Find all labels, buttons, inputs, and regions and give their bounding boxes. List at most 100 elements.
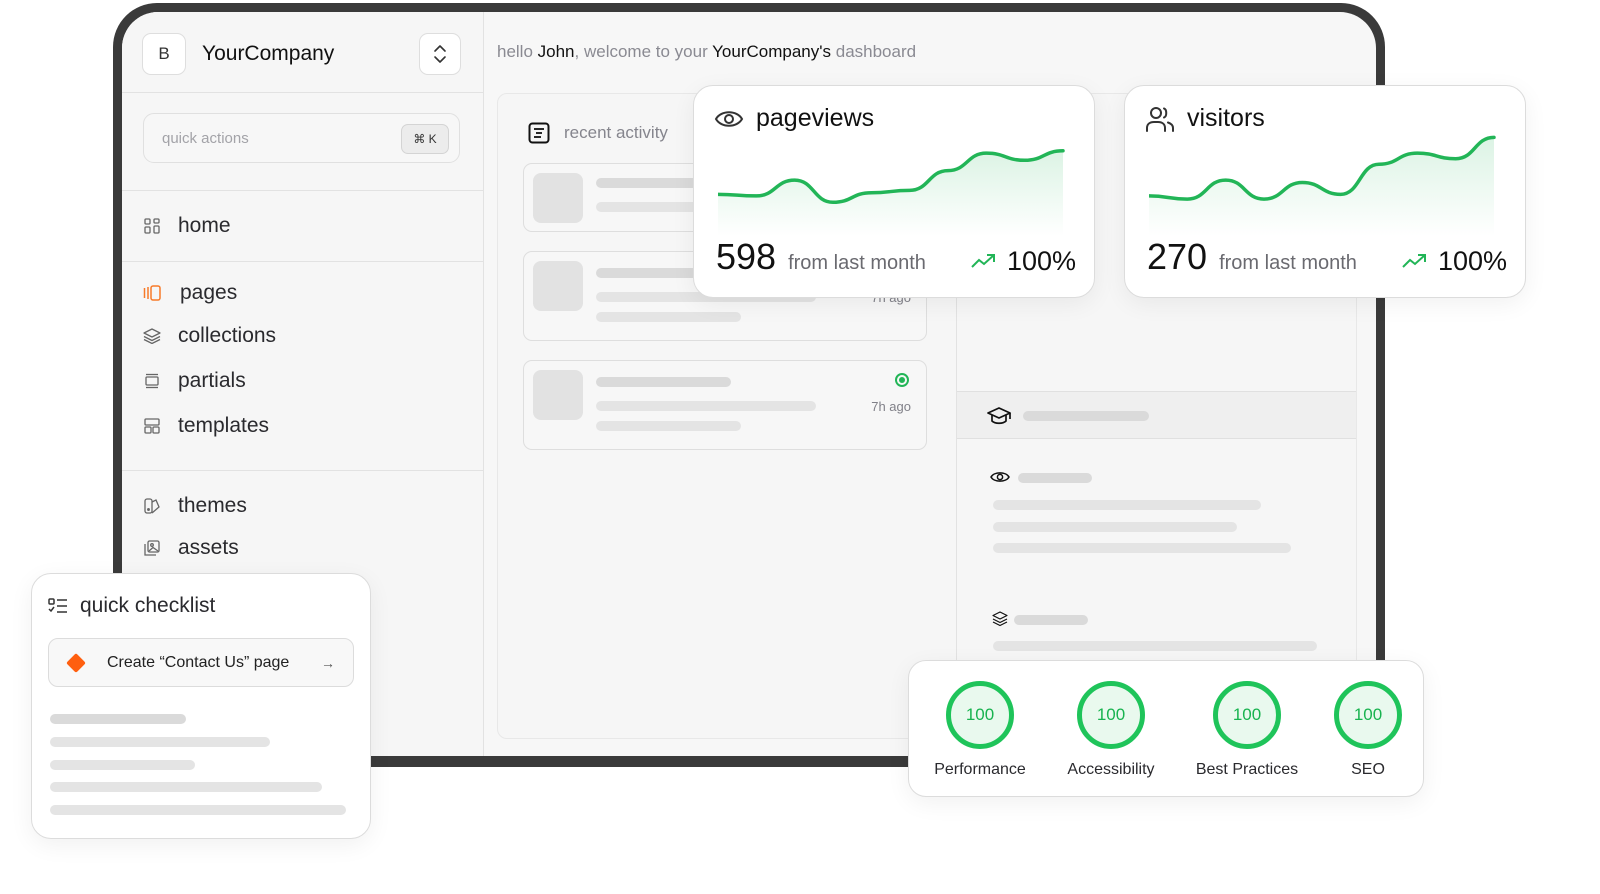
checklist-task-label: Create “Contact Us” page bbox=[107, 653, 290, 671]
skeleton-line bbox=[1023, 411, 1149, 421]
grid-icon bbox=[142, 216, 162, 236]
eye-icon bbox=[990, 472, 1010, 482]
welcome-message: hello John, welcome to your YourCompany'… bbox=[497, 42, 916, 62]
sidebar-item-label: templates bbox=[178, 414, 270, 437]
skeleton-line bbox=[993, 543, 1291, 553]
score-label: Performance bbox=[934, 761, 1026, 778]
quick-actions-placeholder: quick actions bbox=[162, 130, 249, 147]
score-performance: 100 Performance bbox=[920, 681, 1040, 779]
visitors-trend: 100% bbox=[1402, 246, 1507, 277]
skeleton-line bbox=[993, 641, 1317, 651]
skeleton-line bbox=[50, 782, 322, 792]
sidebar-item-assets[interactable]: assets bbox=[142, 533, 239, 563]
sidebar-item-label: pages bbox=[180, 281, 238, 304]
search-row: quick actions ⌘ K bbox=[122, 93, 483, 191]
nav-group-main: home bbox=[122, 192, 483, 262]
skeleton-line bbox=[50, 805, 346, 815]
live-status-icon bbox=[895, 373, 909, 387]
visitors-sparkline bbox=[1149, 135, 1496, 236]
skeleton-line bbox=[993, 522, 1237, 532]
activity-thumbnail bbox=[533, 173, 583, 223]
checklist-title: quick checklist bbox=[80, 594, 216, 617]
skeleton-line bbox=[596, 312, 741, 322]
sidebar-item-home[interactable]: home bbox=[142, 211, 231, 241]
learn-row[interactable] bbox=[957, 391, 1356, 439]
skeleton-line bbox=[1018, 473, 1092, 483]
score-best-practices: 100 Best Practices bbox=[1187, 681, 1307, 779]
recent-activity-title: recent activity bbox=[564, 123, 668, 142]
visitors-card[interactable]: visitors 270 from last month 100% bbox=[1124, 85, 1526, 298]
activity-time: 7h ago bbox=[871, 399, 911, 414]
checklist-header: quick checklist bbox=[48, 594, 215, 618]
sidebar-item-label: themes bbox=[178, 494, 247, 517]
score-accessibility: 100 Accessibility bbox=[1051, 681, 1171, 779]
sidebar-item-collections[interactable]: collections bbox=[142, 321, 276, 351]
sidebar-item-label: home bbox=[178, 214, 231, 237]
greeting-suffix: dashboard bbox=[831, 42, 917, 61]
score-ring: 100 bbox=[946, 681, 1014, 749]
brand-row: B YourCompany bbox=[122, 12, 483, 93]
score-seo: 100 SEO bbox=[1308, 681, 1428, 779]
workspace-name: YourCompany bbox=[202, 42, 335, 65]
activity-item[interactable]: 7h ago bbox=[523, 360, 927, 450]
greeting-company: YourCompany's bbox=[712, 42, 832, 61]
skeleton-line bbox=[596, 421, 741, 431]
sidebar-item-themes[interactable]: themes bbox=[142, 491, 247, 521]
trending-up-icon bbox=[971, 254, 995, 268]
partials-icon bbox=[142, 371, 162, 391]
pageviews-trend: 100% bbox=[971, 246, 1076, 277]
task-status-icon bbox=[66, 652, 86, 673]
skeleton-line bbox=[596, 401, 816, 411]
skeleton-line bbox=[50, 737, 270, 747]
workspace-avatar[interactable]: B bbox=[142, 33, 186, 75]
visitors-footer: 270 from last month 100% bbox=[1147, 236, 1507, 278]
activity-list-icon bbox=[528, 122, 550, 144]
pageviews-card[interactable]: pageviews 598 from last month 100% bbox=[693, 85, 1095, 298]
pages-icon bbox=[142, 283, 162, 303]
nav-group-content: pages collections partials templates bbox=[122, 262, 483, 471]
sidebar-item-label: assets bbox=[178, 536, 239, 559]
keyboard-shortcut-badge: ⌘ K bbox=[401, 124, 449, 154]
templates-icon bbox=[142, 416, 162, 436]
score-ring: 100 bbox=[1213, 681, 1281, 749]
quick-actions-input[interactable]: quick actions ⌘ K bbox=[143, 113, 460, 163]
recent-activity-header: recent activity bbox=[528, 122, 668, 144]
activity-thumbnail bbox=[533, 261, 583, 311]
skeleton-line bbox=[50, 714, 186, 724]
checklist-task-button[interactable]: Create “Contact Us” page → bbox=[48, 638, 354, 687]
score-ring: 100 bbox=[1077, 681, 1145, 749]
workspace-switcher-button[interactable] bbox=[419, 33, 461, 75]
visitors-value: 270 bbox=[1147, 236, 1208, 277]
sidebar-item-label: collections bbox=[178, 324, 277, 347]
greeting-middle: , welcome to your bbox=[574, 42, 713, 61]
pageviews-value: 598 bbox=[716, 236, 777, 277]
skeleton-line bbox=[596, 377, 731, 387]
visitors-change: 100% bbox=[1437, 245, 1507, 276]
pageviews-sparkline bbox=[718, 149, 1065, 236]
score-ring: 100 bbox=[1334, 681, 1402, 749]
pageviews-change: 100% bbox=[1006, 245, 1076, 276]
skeleton-line bbox=[1014, 615, 1088, 625]
skeleton-line bbox=[993, 500, 1261, 510]
score-label: SEO bbox=[1351, 761, 1385, 778]
layers-icon bbox=[142, 326, 162, 346]
sidebar-item-label: partials bbox=[178, 369, 246, 392]
arrow-right-icon: → bbox=[321, 654, 335, 671]
score-label: Best Practices bbox=[1195, 761, 1299, 778]
sidebar-item-templates[interactable]: templates bbox=[142, 411, 269, 441]
trending-up-icon bbox=[1402, 254, 1426, 268]
skeleton-line bbox=[50, 760, 195, 770]
assets-icon bbox=[142, 538, 162, 558]
pageviews-footer: 598 from last month 100% bbox=[716, 236, 1076, 278]
score-label: Accessibility bbox=[1067, 761, 1155, 778]
pageviews-period: from last month bbox=[788, 252, 926, 274]
themes-icon bbox=[142, 496, 162, 516]
graduation-cap-icon bbox=[987, 407, 1011, 425]
visitors-period: from last month bbox=[1219, 252, 1357, 274]
quick-checklist-card: quick checklist Create “Contact Us” page… bbox=[31, 573, 371, 839]
layers-icon bbox=[992, 611, 1008, 627]
sidebar-item-partials[interactable]: partials bbox=[142, 366, 246, 396]
sidebar-item-pages[interactable]: pages bbox=[142, 278, 237, 308]
chevron-up-down-icon bbox=[434, 45, 446, 63]
greeting-prefix: hello bbox=[497, 42, 538, 61]
